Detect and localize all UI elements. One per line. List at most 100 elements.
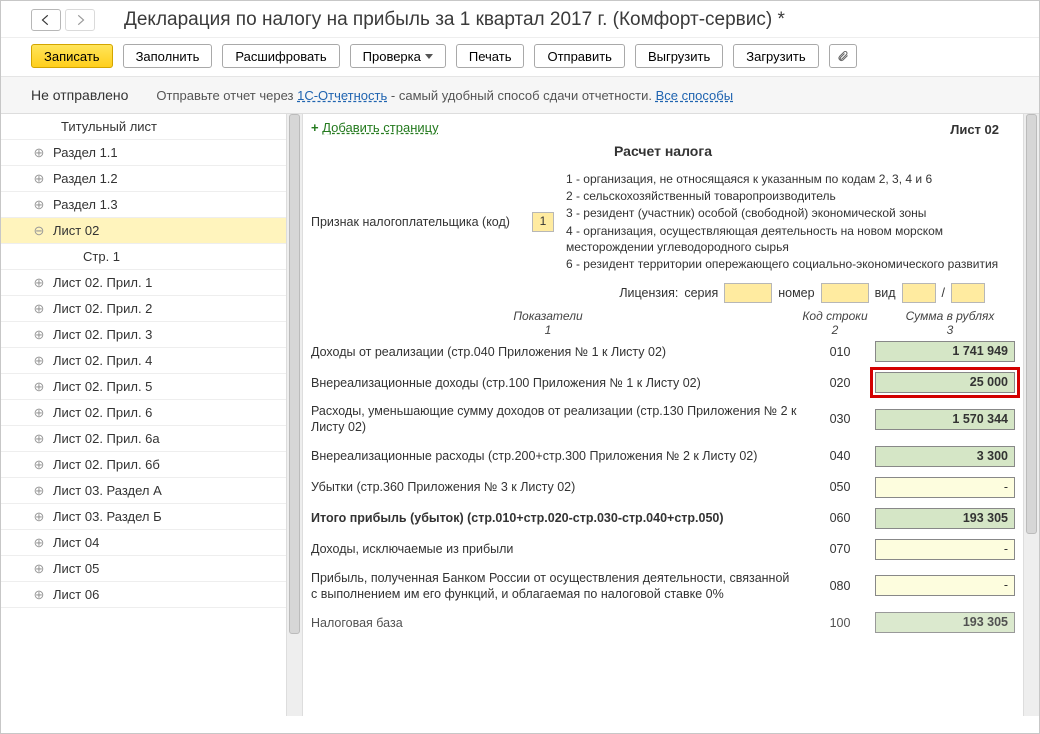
license-type2-cell[interactable]	[951, 283, 985, 303]
expand-icon[interactable]: ⊕	[33, 563, 45, 575]
amount-cell[interactable]: 1 570 344	[875, 409, 1015, 430]
tree-item[interactable]: Титульный лист	[1, 114, 302, 140]
expand-icon[interactable]: ⊕	[33, 511, 45, 523]
chevron-down-icon	[425, 54, 433, 59]
tree-item[interactable]: ⊕Раздел 1.3	[1, 192, 302, 218]
fill-button[interactable]: Заполнить	[123, 44, 213, 68]
add-page-link[interactable]: Добавить страницу	[322, 120, 438, 135]
row-label: Доходы, исключаемые из прибыли	[311, 541, 805, 557]
body: Титульный лист⊕Раздел 1.1⊕Раздел 1.2⊕Раз…	[1, 114, 1039, 716]
license-series-cell[interactable]	[724, 283, 772, 303]
tree-item[interactable]: ⊕ Лист 02. Прил. 6б	[1, 452, 302, 478]
row-code: 080	[805, 579, 875, 593]
tree-item[interactable]: Стр. 1	[1, 244, 302, 270]
expand-icon[interactable]: ⊕	[33, 537, 45, 549]
sheet-number: Лист 02	[950, 122, 999, 137]
expand-icon[interactable]: ⊕	[33, 433, 45, 445]
expand-icon[interactable]: ⊕	[33, 147, 45, 159]
expand-icon[interactable]: ⊕	[33, 277, 45, 289]
expand-icon[interactable]: ⊕	[33, 173, 45, 185]
row-code: 030	[805, 412, 875, 426]
tree-item-label: Лист 02. Прил. 1	[53, 275, 152, 290]
data-row: Доходы от реализации (стр.040 Приложения…	[311, 341, 1015, 362]
data-row: Внереализационные доходы (стр.100 Прилож…	[311, 372, 1015, 393]
license-type-cell[interactable]	[902, 283, 936, 303]
expand-icon[interactable]	[41, 251, 53, 263]
row-label: Внереализационные расходы (стр.200+стр.3…	[311, 448, 805, 464]
decode-button[interactable]: Расшифровать	[222, 44, 339, 68]
tree-item-label: Лист 06	[53, 587, 99, 602]
tree-item-label: Лист 02. Прил. 6	[53, 405, 152, 420]
nav-forward-button[interactable]	[65, 9, 95, 31]
expand-icon[interactable]: ⊖	[33, 225, 45, 237]
page-title: Декларация по налогу на прибыль за 1 ква…	[124, 9, 785, 31]
tree-item[interactable]: ⊕Лист 02. Прил. 2	[1, 296, 302, 322]
row-label: Итого прибыль (убыток) (стр.010+стр.020-…	[311, 510, 805, 526]
amount-cell[interactable]: 193 305	[875, 508, 1015, 529]
tree-item[interactable]: ⊕Раздел 1.2	[1, 166, 302, 192]
link-all-ways[interactable]: Все способы	[656, 88, 733, 103]
amount-cell[interactable]: 25 000	[875, 372, 1015, 393]
tree-item[interactable]: ⊕ Лист 02. Прил. 3	[1, 322, 302, 348]
tree-item[interactable]: ⊕ Лист 02. Прил. 6	[1, 400, 302, 426]
row-code: 040	[805, 449, 875, 463]
expand-icon[interactable]: ⊕	[33, 589, 45, 601]
tree-item[interactable]: ⊕ Лист 04	[1, 530, 302, 556]
add-page: + Добавить страницу	[311, 120, 1015, 135]
toolbar: Записать Заполнить Расшифровать Проверка…	[1, 38, 1039, 77]
row-label: Налоговая база	[311, 615, 805, 631]
tree-item-label: Лист 05	[53, 561, 99, 576]
data-row: Убытки (стр.360 Приложения № 3 к Листу 0…	[311, 477, 1015, 498]
import-button[interactable]: Загрузить	[733, 44, 818, 68]
row-label: Расходы, уменьшающие сумму доходов от ре…	[311, 403, 805, 436]
expand-icon[interactable]: ⊕	[33, 485, 45, 497]
save-button[interactable]: Записать	[31, 44, 113, 68]
expand-icon[interactable]: ⊕	[33, 199, 45, 211]
row-code: 010	[805, 345, 875, 359]
tree-item-label: Лист 02. Прил. 6б	[53, 457, 160, 472]
tree-item-label: Лист 04	[53, 535, 99, 550]
expand-icon[interactable]: ⊕	[33, 303, 45, 315]
expand-icon[interactable]: ⊕	[33, 329, 45, 341]
print-button[interactable]: Печать	[456, 44, 525, 68]
amount-cell[interactable]: -	[875, 539, 1015, 560]
status-label: Не отправлено	[31, 87, 128, 103]
tree-item[interactable]: ⊕ Лист 02. Прил. 1	[1, 270, 302, 296]
tree-item[interactable]: ⊕ Лист 05	[1, 556, 302, 582]
tree-item[interactable]: ⊕Лист 02. Прил. 5	[1, 374, 302, 400]
app-window: Декларация по налогу на прибыль за 1 ква…	[0, 0, 1040, 734]
main-scrollbar[interactable]	[1023, 114, 1039, 716]
taxpayer-code-cell[interactable]: 1	[532, 212, 554, 232]
tree-item[interactable]: ⊕Раздел 1.1	[1, 140, 302, 166]
tree-item-label: Лист 02. Прил. 3	[53, 327, 152, 342]
tree-item[interactable]: ⊕Лист 03. Раздел А	[1, 478, 302, 504]
send-button[interactable]: Отправить	[534, 44, 624, 68]
expand-icon[interactable]	[41, 121, 53, 133]
amount-cell[interactable]: 193 305	[875, 612, 1015, 633]
expand-icon[interactable]: ⊕	[33, 381, 45, 393]
tree-item[interactable]: ⊕Лист 02. Прил. 6а	[1, 426, 302, 452]
tree-scrollbar[interactable]	[286, 114, 302, 716]
row-label: Доходы от реализации (стр.040 Приложения…	[311, 344, 805, 360]
amount-cell[interactable]: 3 300	[875, 446, 1015, 467]
expand-icon[interactable]: ⊕	[33, 459, 45, 471]
tree-list: Титульный лист⊕Раздел 1.1⊕Раздел 1.2⊕Раз…	[1, 114, 302, 608]
amount-cell[interactable]: 1 741 949	[875, 341, 1015, 362]
expand-icon[interactable]: ⊕	[33, 355, 45, 367]
taxpayer-row: Признак налогоплательщика (код) 1 1 - ор…	[311, 171, 1015, 273]
amount-cell[interactable]: -	[875, 477, 1015, 498]
tree-item[interactable]: ⊕Лист 02. Прил. 4	[1, 348, 302, 374]
check-button[interactable]: Проверка	[350, 44, 446, 68]
status-bar: Не отправлено Отправьте отчет через 1С-О…	[1, 77, 1039, 114]
tree-item[interactable]: ⊕ Лист 06	[1, 582, 302, 608]
export-button[interactable]: Выгрузить	[635, 44, 723, 68]
expand-icon[interactable]: ⊕	[33, 407, 45, 419]
tree-panel: Титульный лист⊕Раздел 1.1⊕Раздел 1.2⊕Раз…	[1, 114, 303, 716]
link-1c[interactable]: 1С-Отчетность	[297, 88, 387, 103]
nav-back-button[interactable]	[31, 9, 61, 31]
tree-item[interactable]: ⊕Лист 03. Раздел Б	[1, 504, 302, 530]
license-number-cell[interactable]	[821, 283, 869, 303]
amount-cell[interactable]: -	[875, 575, 1015, 596]
attach-button[interactable]	[829, 44, 857, 68]
tree-item[interactable]: ⊖Лист 02	[1, 218, 302, 244]
